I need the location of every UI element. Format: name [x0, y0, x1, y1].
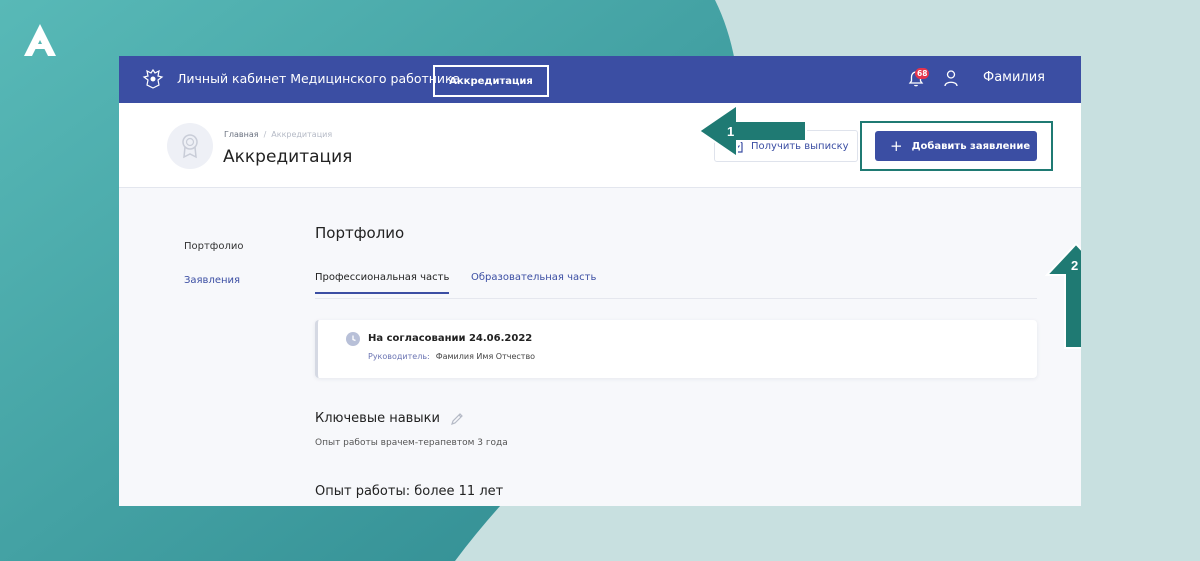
breadcrumb: Главная / Аккредитация	[224, 130, 332, 139]
top-navbar: Личный кабинет Медицинского работника Ак…	[119, 56, 1081, 103]
manager-label: Руководитель:	[368, 352, 430, 361]
user-icon[interactable]	[943, 69, 959, 87]
sidebar: Портфолио Заявления	[184, 241, 244, 309]
tab-educational[interactable]: Образовательная часть	[471, 272, 596, 292]
clock-icon	[346, 332, 360, 346]
pencil-icon[interactable]	[450, 412, 464, 426]
annotation-arrow-2: 2	[1044, 242, 1081, 349]
plus-icon: +	[890, 136, 903, 155]
cabinet-title[interactable]: Личный кабинет Медицинского работника	[177, 71, 460, 86]
manager-name: Фамилия Имя Отчество	[435, 352, 536, 361]
user-name[interactable]: Фамилия	[983, 70, 1045, 85]
annotation-label-2: 2	[1071, 258, 1078, 273]
app-window: Личный кабинет Медицинского работника Ак…	[119, 56, 1081, 506]
breadcrumb-current: Аккредитация	[271, 130, 333, 139]
manager-line: Руководитель: Фамилия Имя Отчество	[368, 352, 535, 361]
logo-icon	[24, 24, 56, 56]
page-title: Аккредитация	[223, 147, 353, 167]
accreditation-nav-link[interactable]: Аккредитация	[433, 65, 549, 97]
page-header: Главная / Аккредитация Аккредитация Получи…	[119, 103, 1081, 188]
breadcrumb-home[interactable]: Главная	[224, 130, 259, 139]
experience-title: Опыт работы: более 11 лет	[315, 484, 504, 499]
breadcrumb-separator: /	[263, 130, 267, 139]
emblem-icon	[142, 68, 164, 89]
portfolio-tabs: Профессиональная часть Образовательная ч…	[315, 272, 1037, 299]
skills-heading: Ключевые навыки	[315, 411, 464, 426]
sidebar-item-portfolio[interactable]: Портфолио	[184, 241, 244, 252]
sidebar-item-applications[interactable]: Заявления	[184, 275, 244, 286]
tab-professional[interactable]: Профессиональная часть	[315, 272, 450, 294]
award-icon	[182, 134, 198, 159]
add-application-button[interactable]: + Добавить заявление	[875, 131, 1037, 161]
section-title: Портфолио	[315, 224, 405, 242]
skills-text: Опыт работы врачем-терапевтом 3 года	[315, 438, 508, 448]
add-application-label: Добавить заявление	[911, 140, 1031, 152]
skills-title: Ключевые навыки	[315, 411, 440, 426]
annotation-arrow-1: 1	[697, 103, 807, 159]
annotation-label-1: 1	[727, 124, 734, 139]
status-card: На согласовании 24.06.2022 Руководитель:…	[315, 320, 1037, 378]
notifications-badge: 68	[915, 68, 930, 79]
page-avatar	[167, 123, 213, 169]
status-text: На согласовании 24.06.2022	[368, 333, 533, 344]
